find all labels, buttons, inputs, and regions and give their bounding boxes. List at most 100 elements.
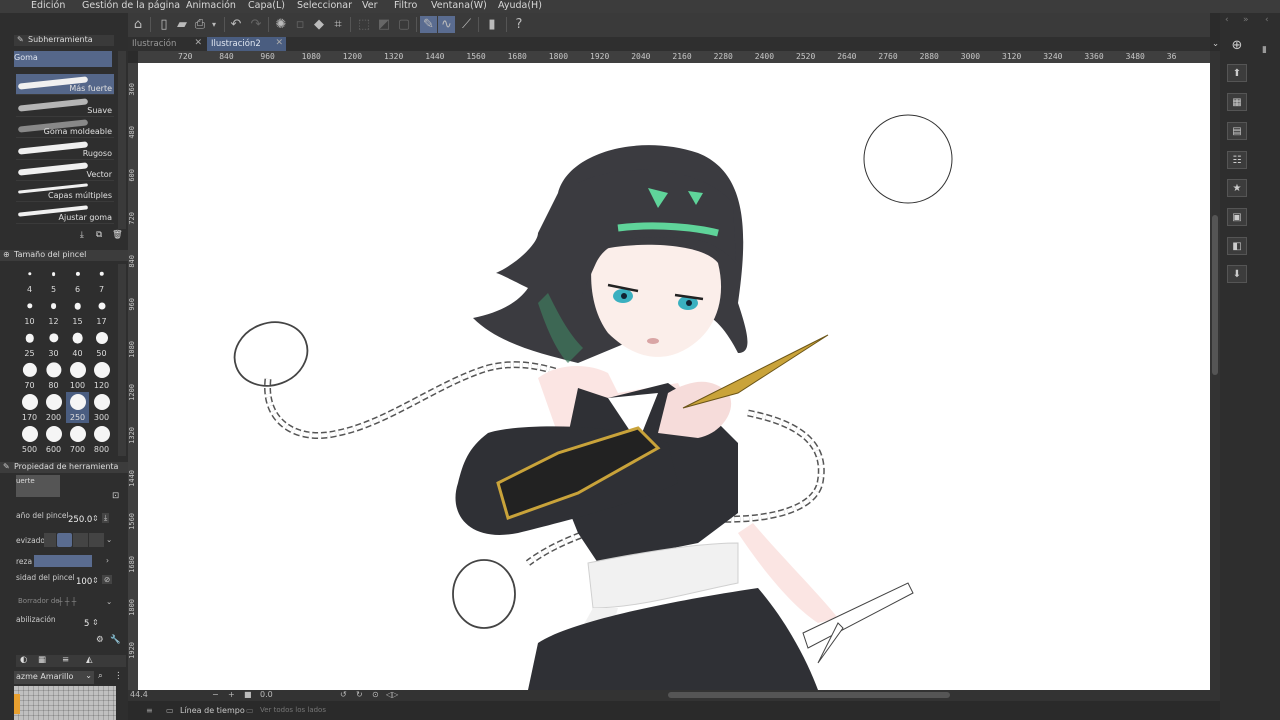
home-icon[interactable]: ⌂	[130, 16, 146, 33]
dropdown-icon[interactable]: ▾	[210, 16, 218, 33]
animation-icon[interactable]: ◧	[1227, 237, 1247, 255]
device-icon[interactable]: ▮	[484, 16, 500, 33]
help-icon[interactable]: ?	[511, 16, 527, 33]
brush-size-17[interactable]: 17	[90, 296, 113, 327]
brush-size-scrollbar[interactable]	[118, 264, 126, 456]
brush-size-7[interactable]: 7	[90, 264, 113, 295]
invert-icon[interactable]: ◩	[376, 16, 392, 33]
lock-icon[interactable]: ⊡	[112, 491, 119, 501]
menu-item-layer[interactable]: Capa(L)	[248, 0, 285, 11]
brush-size-700[interactable]: 700	[66, 424, 89, 455]
collapse-right-icon[interactable]: »	[1243, 15, 1249, 25]
transform-icon[interactable]: ⌗	[330, 16, 346, 33]
menu-item-view[interactable]: Ver	[362, 0, 378, 11]
expand-icon[interactable]: ‹	[1265, 15, 1269, 25]
antialias-strong[interactable]	[89, 533, 104, 547]
antialias-medium[interactable]	[73, 533, 88, 547]
ruler-pen-icon[interactable]: ⟋	[458, 16, 475, 33]
intermediate-color-icon[interactable]: ≡	[62, 655, 69, 665]
menu-item-edit[interactable]: Edición	[31, 0, 65, 11]
layer-search-icon[interactable]: ☷	[1227, 151, 1247, 169]
timeline-tab[interactable]: Línea de tiempo	[180, 706, 245, 715]
rotate-left-icon[interactable]: ↺	[340, 690, 347, 699]
stepper-icon[interactable]: ⇕	[92, 576, 99, 585]
wrench-icon[interactable]: 🔧	[110, 635, 121, 645]
chevron-right-icon[interactable]: ›	[106, 556, 109, 565]
brush-size-50[interactable]: 50	[90, 328, 113, 359]
brush-size-250[interactable]: 250	[66, 392, 89, 423]
brush-size-170[interactable]: 170	[18, 392, 41, 423]
color-set-select[interactable]: azme Amarillo ⌄	[14, 671, 94, 684]
material-icon[interactable]: ▦	[1227, 93, 1247, 111]
open-icon[interactable]: ▰	[174, 16, 190, 33]
delete-icon[interactable]: 🗑	[112, 230, 123, 240]
brush-size-6[interactable]: 6	[66, 264, 89, 295]
save-icon[interactable]: ⎙	[192, 16, 208, 33]
chevron-down-icon[interactable]: ⌄	[106, 535, 112, 544]
subtool-item[interactable]: Suave	[16, 96, 114, 117]
menu-item-help[interactable]: Ayuda(H)	[498, 0, 542, 11]
brush-size-70[interactable]: 70	[18, 360, 41, 391]
search-icon[interactable]: ⌕	[98, 671, 103, 681]
brush-size-120[interactable]: 120	[90, 360, 113, 391]
density-value[interactable]: 100	[76, 577, 92, 587]
clear-icon[interactable]: ▫	[292, 16, 308, 33]
stepper-icon[interactable]: ⇕	[92, 618, 99, 627]
star-icon[interactable]: ★	[1227, 179, 1247, 197]
hardness-bar[interactable]	[34, 555, 92, 567]
select-all-icon[interactable]: ⬚	[356, 16, 372, 33]
subtool-item[interactable]: Más fuerte	[16, 74, 114, 95]
settings-icon[interactable]: ⚙	[96, 635, 104, 645]
subtool-item[interactable]: Rugoso	[16, 139, 114, 160]
subtool-scrollbar[interactable]	[118, 51, 126, 229]
menu-item-page-management[interactable]: Gestión de la página	[82, 0, 180, 11]
reset-rotation-icon[interactable]: ⊙	[372, 690, 379, 699]
color-wheel-icon[interactable]: ◐	[20, 655, 27, 665]
item-bank-icon[interactable]: ⬇	[1227, 265, 1247, 283]
curve-pen-icon[interactable]: ∿	[438, 16, 455, 33]
brush-size-500[interactable]: 500	[18, 424, 41, 455]
eraser-mode-icons[interactable]: ┼ ┼ ┼	[58, 597, 76, 606]
layer-icon[interactable]: ▤	[1227, 122, 1247, 140]
menu-item-select[interactable]: Seleccionar	[297, 0, 352, 11]
brush-size-12[interactable]: 12	[42, 296, 65, 327]
brush-size-200[interactable]: 200	[42, 392, 65, 423]
subtool-item[interactable]: Vector	[16, 160, 114, 181]
new-file-icon[interactable]: ▯	[156, 16, 172, 33]
loading-icon[interactable]: ✺	[273, 16, 289, 33]
collapse-left-icon[interactable]: ‹	[1225, 15, 1229, 25]
brush-size-15[interactable]: 15	[66, 296, 89, 327]
horizontal-scroll-thumb[interactable]	[668, 692, 950, 698]
rotate-right-icon[interactable]: ↻	[356, 690, 363, 699]
pen-icon[interactable]: ✎	[420, 16, 437, 33]
brush-size-10[interactable]: 10	[18, 296, 41, 327]
history-icon[interactable]: ▣	[1227, 208, 1247, 226]
list-icon[interactable]: ≡	[146, 706, 153, 715]
flip-icon[interactable]: ◁▷	[386, 690, 398, 699]
menu-item-window[interactable]: Ventana(W)	[431, 0, 487, 11]
zoom-value[interactable]: 44.4	[130, 690, 148, 699]
menu-item-animation[interactable]: Animación	[186, 0, 236, 11]
drawing-canvas[interactable]	[138, 63, 1210, 690]
brush-size-600[interactable]: 600	[42, 424, 65, 455]
duplicate-icon[interactable]: ⧉	[96, 230, 102, 240]
close-icon[interactable]: ✕	[275, 38, 283, 48]
fill-icon[interactable]: ◆	[311, 16, 327, 33]
menu-item-filter[interactable]: Filtro	[394, 0, 417, 11]
side-expand-icon[interactable]: ▮	[1262, 45, 1267, 55]
brush-size-80[interactable]: 80	[42, 360, 65, 391]
swatch-yellow[interactable]	[14, 694, 20, 714]
vertical-scroll-thumb[interactable]	[1212, 215, 1218, 375]
subtool-group-tab[interactable]: Goma	[14, 51, 112, 67]
navigator-icon[interactable]: ⊕	[1227, 36, 1247, 54]
import-icon[interactable]: ⤓	[80, 230, 84, 240]
brush-size-300[interactable]: 300	[90, 392, 113, 423]
stabilization-value[interactable]: 5	[84, 619, 89, 629]
fit-icon[interactable]: ■	[244, 690, 252, 699]
brush-size-5[interactable]: 5	[42, 264, 65, 295]
show-all-tab[interactable]: Ver todos los lados	[260, 706, 326, 714]
brush-size-value[interactable]: 250.0	[68, 515, 92, 525]
color-set-icon[interactable]: ▦	[38, 655, 46, 665]
brush-size-25[interactable]: 25	[18, 328, 41, 359]
undo-icon[interactable]: ↶	[228, 16, 244, 33]
